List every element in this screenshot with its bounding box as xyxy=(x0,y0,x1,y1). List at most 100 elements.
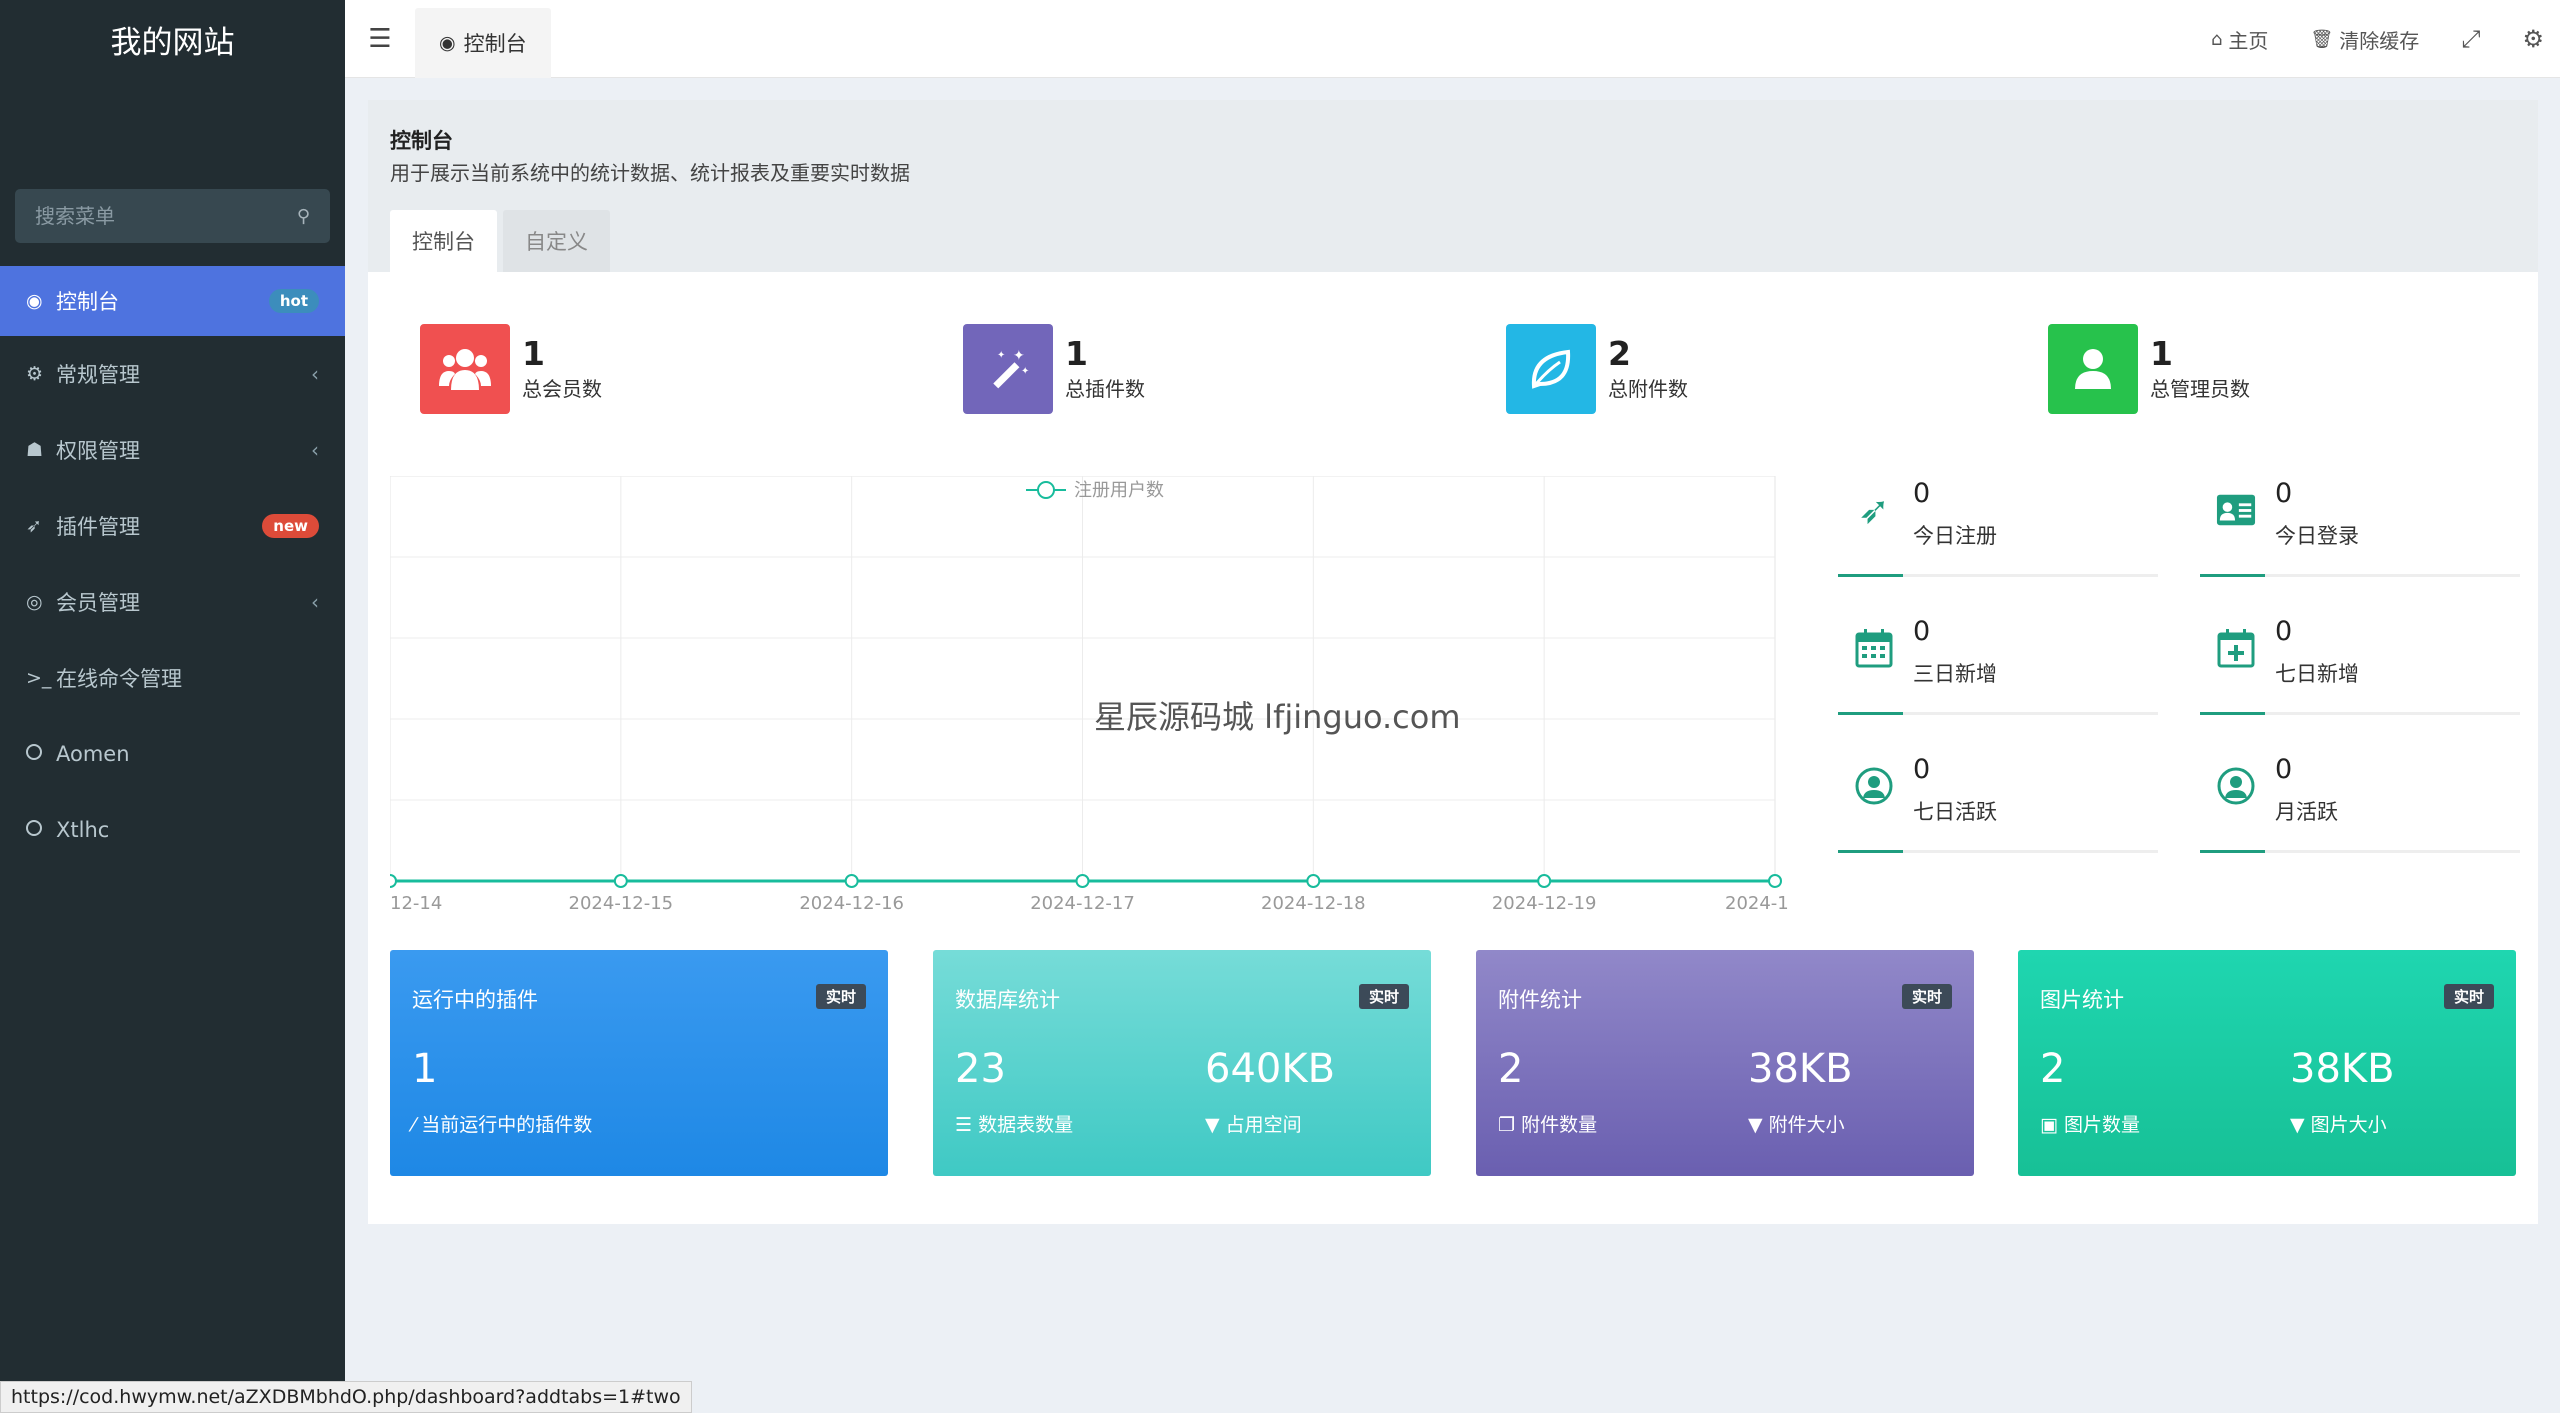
card-label: ⁄ 当前运行中的插件数 xyxy=(412,1114,593,1136)
card-value: 23 xyxy=(955,1046,1006,1092)
mini-stat-value: 0 xyxy=(1913,754,1931,785)
settings-icon[interactable]: ⚙ xyxy=(2522,25,2544,53)
circle-icon xyxy=(26,743,56,765)
sidebar-menu: ◉ 控制台 hot ⚙ 常规管理 ‹ ☗ 权限管理 ‹ ➶ 插件管理 new ◎… xyxy=(0,266,345,868)
sidebar-item-command[interactable]: >_ 在线命令管理 xyxy=(0,640,345,716)
stat-value: 1 xyxy=(1065,334,1088,373)
stat-value: 1 xyxy=(2150,334,2173,373)
x-tick-label: 2024-12 xyxy=(1725,893,1790,914)
card-attachment-stats: 附件统计 实时 2 38KB ❐ 附件数量 ▼ 附件大小 xyxy=(1476,950,1974,1176)
data-point xyxy=(1768,874,1782,888)
line-chart-svg: 12-14 2024-12-15 2024-12-16 2024-12-17 2024-… xyxy=(383,475,1800,914)
mini-stat-label: 七日新增 xyxy=(2275,662,2359,686)
mini-stat-label: 今日登录 xyxy=(2275,524,2359,548)
sidebar-item-aomen[interactable]: Aomen xyxy=(0,716,345,792)
dashboard-panel: 1 总会员数 ✦ ✦ ✦ 1 总插件数 2 总附件数 1 总管理员数 12-14 20… xyxy=(368,272,2538,1224)
home-link[interactable]: ⌂ 主页 xyxy=(2211,25,2268,54)
stat-total-attachments: 2 总附件数 xyxy=(1506,324,1688,414)
mini-stat-seven-day-active: 0 七日活跃 xyxy=(1838,754,2158,854)
realtime-badge: 实时 xyxy=(1901,984,1952,1009)
data-point xyxy=(383,874,397,888)
card-title: 附件统计 xyxy=(1498,988,1582,1012)
leaf-icon xyxy=(1506,324,1596,414)
x-tick-label: 12-14 xyxy=(390,893,442,914)
card-label: ▣ 图片数量 xyxy=(2040,1114,2141,1136)
mini-stat-label: 三日新增 xyxy=(1913,662,1997,686)
sidebar-item-plugins[interactable]: ➶ 插件管理 new xyxy=(0,488,345,564)
menu-search-input[interactable] xyxy=(35,204,297,228)
tab-console[interactable]: 控制台 xyxy=(390,210,497,272)
legend-label: 注册用户数 xyxy=(1074,480,1164,501)
mini-stat-label: 七日活跃 xyxy=(1913,800,1997,824)
magic-wand-icon: ✦ ✦ ✦ xyxy=(963,324,1053,414)
mini-stat-value: 0 xyxy=(2275,616,2293,647)
sidebar-item-xtlhc[interactable]: Xtlhc xyxy=(0,792,345,868)
content-header: 控制台 用于展示当前系统中的统计数据、统计报表及重要实时数据 控制台 自定义 xyxy=(368,100,2538,272)
card-label-secondary: ▼ 图片大小 xyxy=(2290,1114,2387,1136)
content-tabs: 控制台 自定义 xyxy=(390,210,616,272)
clear-cache-button[interactable]: 🗑 清除缓存 xyxy=(2310,25,2419,54)
home-icon: ⌂ xyxy=(2210,28,2223,50)
card-label: ☰ 数据表数量 xyxy=(955,1114,1074,1136)
browser-status-url: https://cod.hwymw.net/aZXDBMbhdO.php/das… xyxy=(0,1381,692,1413)
menu-toggle-icon[interactable]: ☰ xyxy=(345,0,415,78)
sidebar-item-label: 常规管理 xyxy=(56,363,140,387)
sidebar-item-permissions[interactable]: ☗ 权限管理 ‹ xyxy=(0,412,345,488)
watermark-text: 星辰源码城 lfjinguo.com xyxy=(1094,698,1461,736)
card-title: 运行中的插件 xyxy=(412,988,538,1012)
tab-custom[interactable]: 自定义 xyxy=(503,210,610,272)
terminal-icon: >_ xyxy=(26,667,52,689)
trash-icon: 🗑 xyxy=(2310,28,2334,50)
page-title: 控制台 xyxy=(390,129,453,153)
svg-text:✦: ✦ xyxy=(997,350,1005,361)
fullscreen-icon[interactable]: ⤢ xyxy=(2461,25,2480,53)
registration-chart: 12-14 2024-12-15 2024-12-16 2024-12-17 2024-… xyxy=(383,475,1800,916)
mini-stat-today-login: 0 今日登录 xyxy=(2200,478,2520,578)
chevron-left-icon: ‹ xyxy=(311,362,319,386)
data-point xyxy=(613,874,628,888)
tab-label: 控制台 xyxy=(463,31,527,56)
sidebar-item-members[interactable]: ◎ 会员管理 ‹ xyxy=(0,564,345,640)
realtime-badge: 实时 xyxy=(1358,984,1409,1009)
rocket-icon: ➶ xyxy=(1858,488,1890,532)
cogs-icon: ⚙ xyxy=(26,363,44,385)
card-value-secondary: 38KB xyxy=(2290,1046,2395,1092)
data-point xyxy=(1537,874,1552,888)
card-title: 数据库统计 xyxy=(955,988,1060,1012)
sidebar-item-dashboard[interactable]: ◉ 控制台 hot xyxy=(0,266,345,336)
home-label: 主页 xyxy=(2228,28,2269,53)
sidebar-item-label: Aomen xyxy=(56,742,130,766)
card-value: 2 xyxy=(1498,1046,1524,1092)
database-icon: ☰ xyxy=(955,1114,979,1136)
stat-total-admins: 1 总管理员数 xyxy=(2048,324,2250,414)
sidebar-item-label: 控制台 xyxy=(56,290,119,314)
sidebar-item-general[interactable]: ⚙ 常规管理 ‹ xyxy=(0,336,345,412)
site-logo[interactable]: 我的网站 xyxy=(0,0,345,78)
card-value-secondary: 640KB xyxy=(1205,1046,1336,1092)
calendar-plus-icon xyxy=(2216,626,2256,670)
svg-text:✦: ✦ xyxy=(1021,366,1029,377)
realtime-badge: 实时 xyxy=(815,984,866,1009)
card-label: ❐ 附件数量 xyxy=(1498,1114,1598,1136)
user-circle-icon: ◎ xyxy=(26,591,43,613)
stat-label: 总附件数 xyxy=(1608,377,1688,401)
card-value: 2 xyxy=(2040,1046,2066,1092)
stat-label: 总管理员数 xyxy=(2150,377,2250,401)
search-icon[interactable]: ⚲ xyxy=(297,206,310,227)
rocket-icon: ➶ xyxy=(26,515,42,537)
top-right-actions: ⌂ 主页 🗑 清除缓存 ⤢ ⚙ xyxy=(2211,0,2560,78)
mini-stat-three-day-new: 0 三日新增 xyxy=(1838,616,2158,716)
x-tick-label: 2024-12-18 xyxy=(1261,893,1366,914)
copy-icon: ❐ xyxy=(1498,1114,1522,1136)
id-card-icon xyxy=(2216,488,2256,532)
mini-stat-value: 0 xyxy=(2275,478,2293,509)
filter-icon: ▼ xyxy=(2290,1114,2311,1136)
card-value-secondary: 38KB xyxy=(1748,1046,1853,1092)
tab-dashboard[interactable]: ◉ 控制台 xyxy=(415,7,551,78)
card-label-secondary: ▼ 附件大小 xyxy=(1748,1114,1845,1136)
mini-stat-label: 月活跃 xyxy=(2275,800,2338,824)
users-icon: ☗ xyxy=(26,439,44,461)
sidebar-item-label: 会员管理 xyxy=(56,591,140,615)
sidebar: 我的网站 ⚲ ◉ 控制台 hot ⚙ 常规管理 ‹ ☗ 权限管理 ‹ ➶ 插件管… xyxy=(0,0,345,1413)
stat-total-members: 1 总会员数 xyxy=(420,324,602,414)
